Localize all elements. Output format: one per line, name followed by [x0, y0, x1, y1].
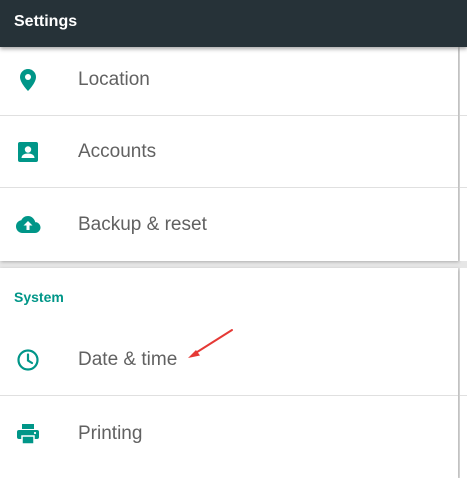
settings-item-label: Backup & reset — [78, 214, 207, 235]
settings-item-accounts[interactable]: Accounts — [0, 117, 458, 189]
settings-item-label: Location — [78, 69, 150, 90]
settings-item-label: Accounts — [78, 141, 157, 162]
printer-icon — [15, 421, 41, 447]
settings-item-label: Printing — [78, 423, 143, 444]
location-pin-icon — [15, 67, 41, 93]
adjacent-panel-edge — [460, 47, 467, 261]
system-settings-card: System Date & time Printing — [0, 268, 458, 478]
settings-item-backup-reset[interactable]: Backup & reset — [0, 189, 458, 261]
divider — [0, 187, 458, 188]
settings-item-label: Date & time — [78, 349, 178, 370]
settings-item-location[interactable]: Location — [0, 47, 458, 119]
section-header-system: System — [14, 289, 64, 305]
cloud-upload-icon — [15, 212, 41, 238]
personal-settings-card: Location Accounts Backup & reset — [0, 47, 458, 261]
account-box-icon — [15, 139, 41, 165]
settings-item-printing[interactable]: Printing — [0, 398, 458, 470]
settings-item-date-time[interactable]: Date & time — [0, 326, 458, 398]
divider — [0, 395, 458, 396]
divider — [0, 115, 458, 116]
app-bar: Settings — [0, 0, 467, 47]
page-title: Settings — [14, 13, 78, 30]
adjacent-panel-edge — [460, 268, 467, 478]
clock-icon — [15, 347, 41, 373]
